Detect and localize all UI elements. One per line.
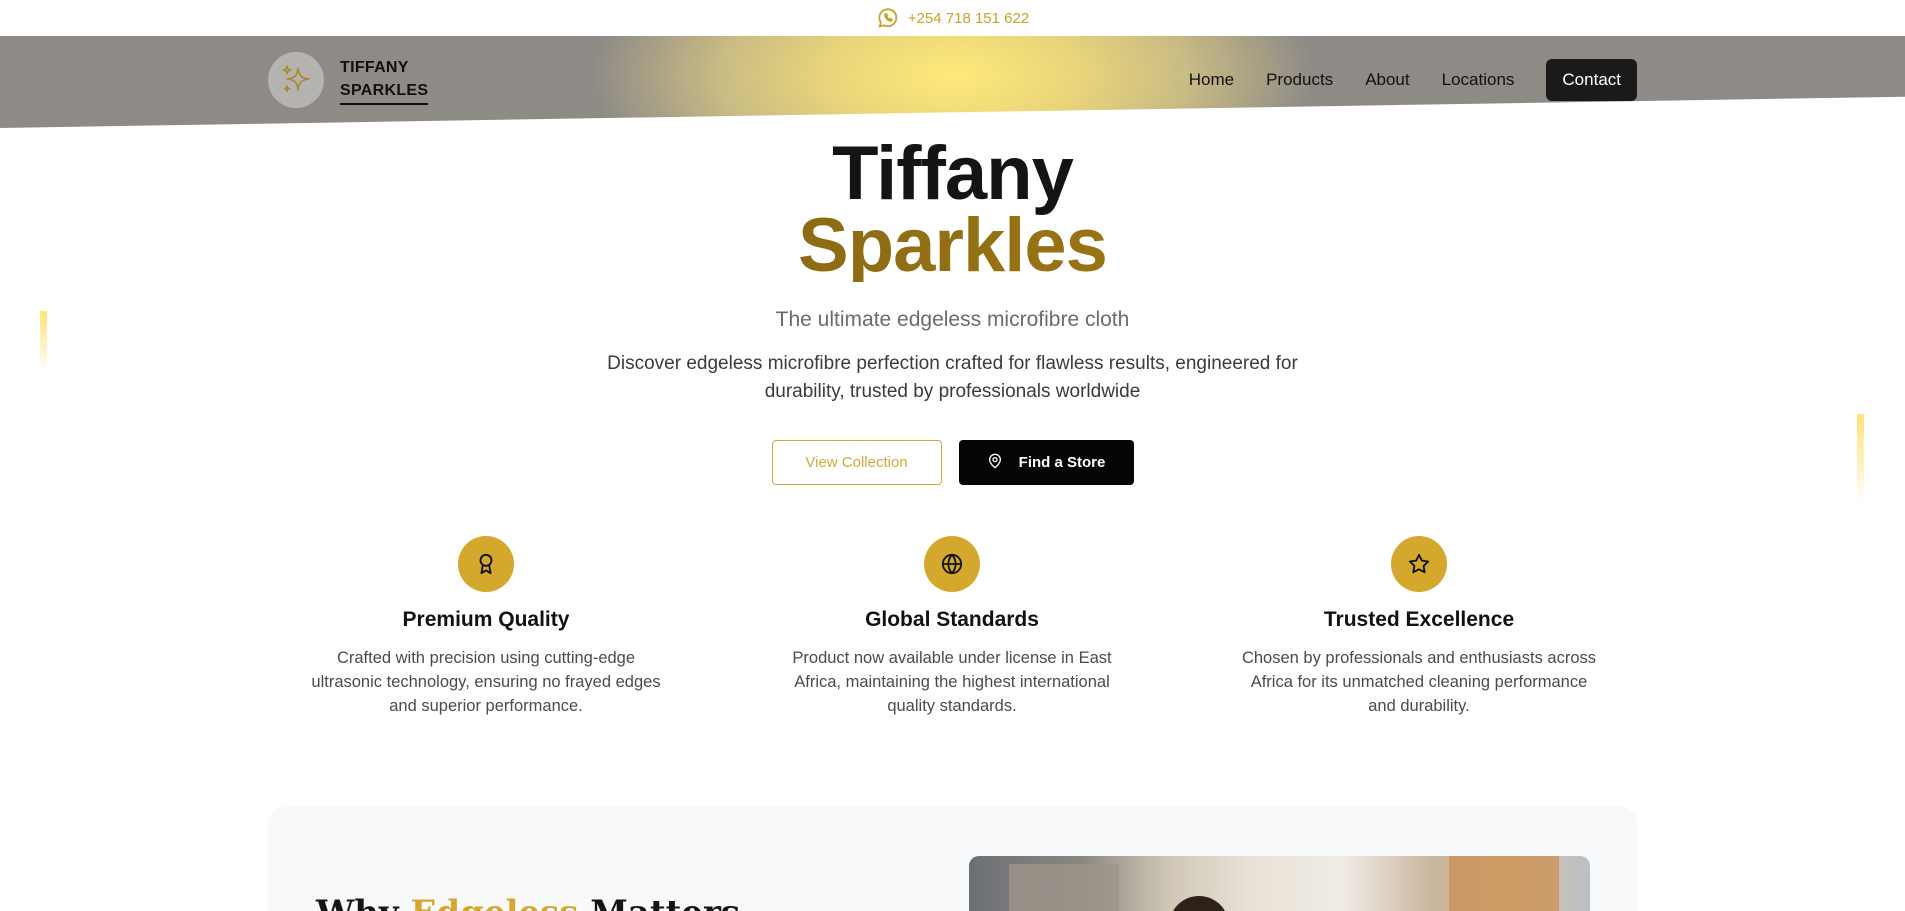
hero-title: Tiffany Sparkles	[0, 131, 1905, 284]
why-title: Why Edgeless Matters	[316, 893, 740, 911]
find-store-label: Find a Store	[1018, 454, 1106, 471]
hero-title-line-1: Tiffany	[832, 131, 1074, 216]
why-title-pre: Why	[316, 893, 411, 911]
hero-title-line-2: Sparkles	[0, 208, 1905, 284]
feature-title: Premium Quality	[402, 608, 570, 631]
site-header: TIFFANY SPARKLES Home Products About Loc…	[0, 36, 1905, 128]
nav-about[interactable]: About	[1365, 70, 1409, 90]
sparkles-icon	[268, 52, 324, 108]
brand-logo-link[interactable]: TIFFANY SPARKLES	[268, 52, 429, 108]
phone-number: +254 718 151 622	[907, 9, 1030, 27]
feature-title: Trusted Excellence	[1323, 608, 1515, 631]
hero-subtitle: The ultimate edgeless microfibre cloth	[775, 308, 1130, 331]
nav-locations[interactable]: Locations	[1442, 70, 1515, 90]
nav-home[interactable]: Home	[1189, 70, 1234, 90]
brand-line-2: SPARKLES	[340, 79, 429, 105]
phone-link[interactable]: +254 718 151 622	[876, 6, 1029, 30]
feature-card: Premium Quality Crafted with precision u…	[286, 536, 686, 718]
feature-text: Chosen by professionals and enthusiasts …	[1241, 649, 1597, 715]
award-icon	[458, 536, 514, 592]
hero-actions: View Collection Find a Store	[0, 440, 1905, 485]
feature-text: Product now available under license in E…	[792, 649, 1112, 715]
why-title-gold: Edgeless	[411, 893, 579, 911]
nav-products[interactable]: Products	[1266, 70, 1333, 90]
brand-line-1: TIFFANY	[340, 58, 409, 76]
why-title-post: Matters	[578, 893, 740, 911]
feature-title: Global Standards	[865, 608, 1039, 631]
hero-section: Tiffany Sparkles The ultimate edgeless m…	[0, 131, 1905, 485]
feature-card: Global Standards Product now available u…	[752, 536, 1152, 718]
star-icon	[1391, 536, 1447, 592]
hero-description: Discover edgeless microfibre perfection …	[607, 353, 1298, 402]
main-nav: Home Products About Locations Contact	[1189, 59, 1637, 101]
whatsapp-icon	[876, 6, 900, 30]
globe-icon	[924, 536, 980, 592]
street-photo	[969, 856, 1590, 911]
view-collection-button[interactable]: View Collection	[771, 440, 942, 485]
find-store-button[interactable]: Find a Store	[958, 440, 1134, 485]
feature-card: Trusted Excellence Chosen by professiona…	[1219, 536, 1619, 718]
brand-name: TIFFANY SPARKLES	[340, 56, 429, 105]
feature-text: Crafted with precision using cutting-edg…	[311, 649, 661, 715]
contact-button[interactable]: Contact	[1546, 59, 1637, 101]
why-edgeless-section: Why Edgeless Matters	[268, 807, 1637, 911]
top-bar: +254 718 151 622	[0, 0, 1905, 36]
map-pin-icon	[987, 453, 1003, 473]
